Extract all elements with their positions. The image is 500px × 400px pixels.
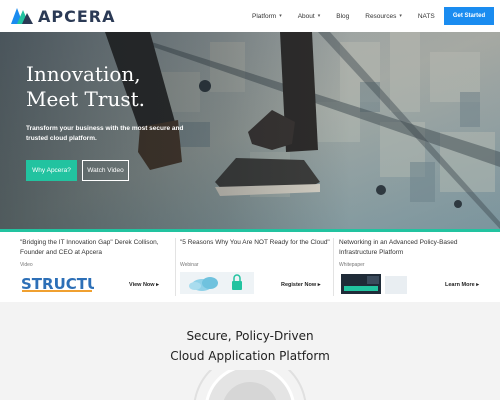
section-title-line: Secure, Policy-Driven [186, 329, 314, 343]
nav-item-label: Blog [336, 12, 350, 20]
hero-title: Innovation, Meet Trust. [26, 62, 226, 112]
nav-item-label: About [297, 12, 315, 20]
top-nav: APCERA Platform ▾ About ▾ Blog Resources… [0, 0, 500, 32]
card-divider [333, 238, 334, 296]
link-label: Learn More [445, 282, 475, 288]
resource-card-whitepaper[interactable]: Networking in an Advanced Policy-Based I… [339, 232, 489, 302]
resource-cards: "Bridging the IT Innovation Gap" Derek C… [0, 232, 500, 302]
main-menu: Platform ▾ About ▾ Blog Resources ▾ NATS [252, 0, 435, 32]
card-title: Networking in an Advanced Policy-Based I… [339, 239, 458, 256]
nav-item-label: Platform [252, 12, 277, 20]
arrow-right-icon: ▸ [317, 282, 321, 288]
get-started-button[interactable]: Get Started [444, 7, 494, 25]
view-now-link[interactable]: View Now ▸ [129, 282, 159, 288]
register-now-link[interactable]: Register Now ▸ [281, 282, 320, 288]
structure-logo-image: STRUCTURE [20, 272, 94, 294]
card-type: Whitepaper [339, 262, 365, 268]
resource-card-webinar[interactable]: "5 Reasons Why You Are NOT Ready for the… [180, 232, 330, 302]
resource-card-video[interactable]: "Bridging the IT Innovation Gap" Derek C… [20, 232, 170, 302]
arrow-right-icon: ▸ [476, 282, 479, 288]
learn-more-link[interactable]: Learn More ▸ [445, 282, 479, 288]
chevron-down-icon: ▾ [399, 13, 402, 19]
hero-title-line: Meet Trust. [26, 87, 145, 111]
nav-item-nats[interactable]: NATS [418, 13, 435, 20]
nav-item-blog[interactable]: Blog [336, 13, 349, 20]
link-label: View Now [129, 282, 155, 288]
apcera-logo-icon [11, 8, 33, 24]
arrow-right-icon: ▸ [156, 282, 159, 288]
card-type: Webinar [180, 262, 199, 268]
card-type: Video [20, 262, 33, 268]
nav-item-label: NATS [417, 12, 435, 20]
cloud-lock-image [180, 272, 254, 294]
apcera-logo[interactable]: APCERA [11, 6, 116, 26]
watch-video-button[interactable]: Watch Video [82, 160, 129, 181]
nav-item-resources[interactable]: Resources ▾ [365, 13, 402, 20]
section-title-line: Cloud Application Platform [170, 349, 330, 363]
chevron-down-icon: ▾ [279, 13, 282, 19]
card-title: "5 Reasons Why You Are NOT Ready for the… [180, 239, 330, 246]
link-label: Register Now [281, 282, 317, 288]
nav-item-about[interactable]: About ▾ [298, 13, 321, 20]
section-title: Secure, Policy-Driven Cloud Application … [0, 326, 500, 366]
card-divider [175, 238, 176, 296]
hero-subtitle: Transform your business with the most se… [26, 125, 184, 142]
nav-item-label: Resources [365, 12, 397, 20]
platform-diagram-graphic [193, 370, 307, 400]
chevron-down-icon: ▾ [317, 13, 321, 19]
platform-section: Secure, Policy-Driven Cloud Application … [0, 302, 500, 400]
why-apcera-button[interactable]: Why Apcera? [26, 160, 77, 181]
brand-name: APCERA [38, 6, 116, 26]
nav-item-platform[interactable]: Platform ▾ [252, 13, 282, 20]
whitepaper-cover-image [339, 272, 413, 294]
hero-title-line: Innovation, [26, 62, 141, 86]
card-title: "Bridging the IT Innovation Gap" Derek C… [20, 239, 159, 256]
hero-banner: Innovation, Meet Trust. Transform your b… [0, 32, 500, 229]
